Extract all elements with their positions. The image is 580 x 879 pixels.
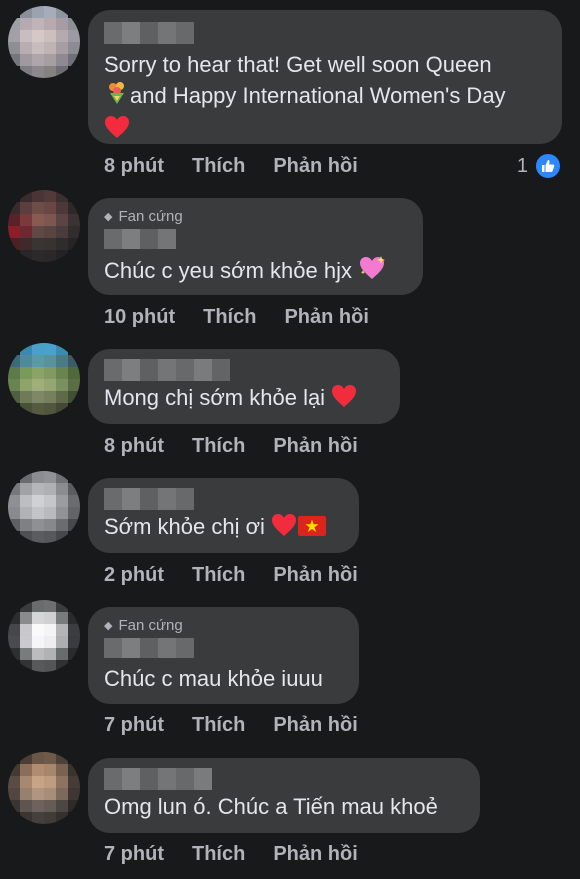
avatar[interactable] (8, 471, 80, 543)
fan-badge: ◆ Fan cứng (104, 617, 183, 634)
like-button[interactable]: Thích (203, 306, 256, 329)
reply-button[interactable]: Phản hồi (273, 843, 357, 866)
avatar[interactable] (8, 600, 80, 672)
reply-button[interactable]: Phản hồi (273, 564, 357, 587)
comment-time: 2 phút (104, 564, 164, 586)
comment-text: Omg lun ó. Chúc a Tiến mau khoẻ (104, 794, 438, 819)
diamond-icon: ◆ (104, 620, 113, 632)
comment-text: Chúc c mau khỏe iuuu (104, 666, 323, 691)
avatar[interactable] (8, 6, 80, 78)
comment-text: Sớm khỏe chị ơi (104, 512, 343, 545)
comment-actions: 10 phút Thích Phản hồi (104, 306, 369, 329)
heart-icon (271, 513, 297, 545)
like-button[interactable]: Thích (192, 435, 245, 458)
like-button[interactable]: Thích (192, 843, 245, 866)
bouquet-icon (104, 80, 130, 114)
avatar[interactable] (8, 190, 80, 262)
comment-text: Sorry to hear that! Get well soon Queen … (104, 50, 546, 147)
avatar[interactable] (8, 752, 80, 824)
author-name-blurred[interactable] (104, 229, 407, 249)
comment-bubble: Sớm khỏe chị ơi (88, 478, 359, 553)
diamond-icon: ◆ (104, 211, 113, 223)
like-button[interactable]: Thích (192, 564, 245, 587)
like-button[interactable]: Thích (192, 155, 245, 178)
comment-actions: 8 phút Thích Phản hồi (104, 435, 358, 458)
like-thumb-icon (534, 152, 562, 180)
comment-bubble: Omg lun ó. Chúc a Tiến mau khoẻ (88, 758, 480, 833)
vietnam-flag-icon (297, 515, 327, 545)
comment-bubble: ◆ Fan cứng Chúc c mau khỏe iuuu (88, 607, 359, 704)
comment-actions: 8 phút Thích Phản hồi (104, 155, 358, 178)
reply-button[interactable]: Phản hồi (273, 155, 357, 178)
author-name-blurred[interactable] (104, 359, 384, 381)
sparkling-heart-icon (358, 255, 386, 289)
author-name-blurred[interactable] (104, 768, 464, 790)
comment-time: 7 phút (104, 843, 164, 865)
reply-button[interactable]: Phản hồi (284, 306, 368, 329)
author-name-blurred[interactable] (104, 638, 343, 658)
comment-bubble: Sorry to hear that! Get well soon Queen … (88, 10, 562, 144)
comment-bubble: ◆ Fan cứng Chúc c yeu sớm khỏe hjx (88, 198, 423, 295)
heart-icon (104, 115, 130, 147)
author-name-blurred[interactable] (104, 22, 546, 44)
comment-time: 7 phút (104, 714, 164, 736)
heart-icon (331, 384, 357, 416)
reply-button[interactable]: Phản hồi (273, 714, 357, 737)
comment-bubble: Mong chị sớm khỏe lại (88, 349, 400, 424)
comment-text: Chúc c yeu sớm khỏe hjx (104, 255, 407, 289)
avatar[interactable] (8, 343, 80, 415)
comment-text: Mong chị sớm khỏe lại (104, 383, 384, 416)
comment-actions: 7 phút Thích Phản hồi (104, 843, 358, 866)
author-name-blurred[interactable] (104, 488, 343, 510)
comment-actions: 2 phút Thích Phản hồi (104, 564, 358, 587)
fan-badge: ◆ Fan cứng (104, 208, 183, 225)
reply-button[interactable]: Phản hồi (273, 435, 357, 458)
comment-actions: 7 phút Thích Phản hồi (104, 714, 358, 737)
comment-time: 10 phút (104, 306, 176, 328)
comment-time: 8 phút (104, 435, 164, 457)
comment-time: 8 phút (104, 155, 164, 177)
reaction-count[interactable]: 1 (517, 152, 562, 180)
like-button[interactable]: Thích (192, 714, 245, 737)
